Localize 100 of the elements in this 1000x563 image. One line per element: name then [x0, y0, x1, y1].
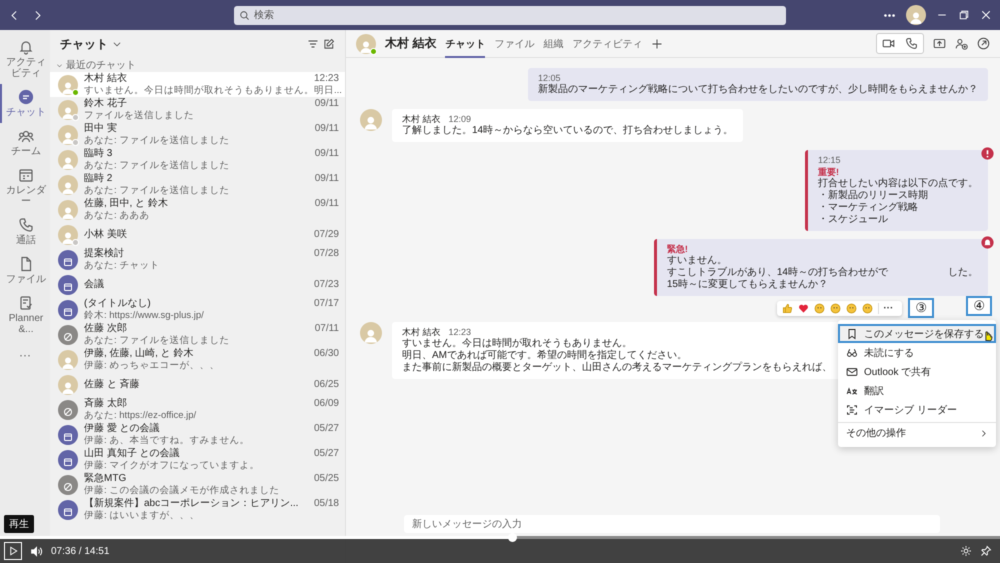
progress-track[interactable]	[0, 536, 1000, 539]
chat-name: 伊藤 愛 との会議	[84, 423, 160, 435]
caret-icon[interactable]	[56, 62, 63, 68]
pop-out-icon[interactable]	[977, 37, 990, 50]
chat-list-item[interactable]: 伊藤 愛 との会議 05/27 伊藤: あ、本当ですね。すみません。	[50, 422, 345, 447]
phone-icon[interactable]	[905, 37, 918, 50]
add-tab-icon[interactable]	[651, 38, 664, 50]
tab[interactable]: 組織	[543, 30, 564, 58]
chat-time: 05/25	[314, 473, 339, 485]
chat-list-item[interactable]: 【新規案件】abcコーポレーション：ヒアリン... 05/18 伊藤: はいいますが、、、	[50, 497, 345, 522]
chat-list-item[interactable]: 臨時 2 09/11 あなた: ファイルを送信しました	[50, 172, 345, 197]
message-time: 12:05	[538, 72, 561, 84]
tab[interactable]: チャット	[445, 30, 486, 58]
list-title: チャット	[60, 36, 108, 52]
priority-label: 緊急!	[666, 243, 689, 255]
chat-list-item[interactable]: (タイトルなし) 07/17 鈴木: https://www.sg-plus.jp/	[50, 297, 345, 322]
chat-time: 05/18	[314, 498, 339, 510]
smiley-icon[interactable]	[846, 302, 858, 314]
chat-preview: あなた: ファイルを送信しました	[84, 335, 230, 346]
mail-icon	[846, 366, 858, 378]
menu-item[interactable]: Outlook で共有	[838, 362, 996, 381]
chat-preview: あなた: ファイルを送信しました	[84, 135, 230, 146]
play-button[interactable]	[4, 542, 22, 560]
chat-list-item[interactable]: 斉藤 太郎 06/09 あなた: https://ez-office.jp/	[50, 397, 345, 422]
message-author: 木村 結衣	[402, 113, 441, 125]
more-options-button[interactable]: ···	[878, 302, 898, 314]
chat-list-item[interactable]: 山田 真知子 との会議 05/27 伊藤: マイクがオフになっていますよ。	[50, 447, 345, 472]
search-icon	[239, 10, 250, 20]
restore-icon[interactable]	[958, 9, 970, 21]
compose-icon[interactable]	[323, 38, 335, 50]
bell-icon	[18, 39, 34, 55]
nav-tab[interactable]: Planner &...	[0, 290, 50, 340]
add-people-icon[interactable]	[955, 37, 968, 50]
chat-list-item[interactable]: 田中 実 09/11 あなた: ファイルを送信しました	[50, 122, 345, 147]
close-icon[interactable]	[980, 9, 992, 21]
chat-list-item[interactable]: 木村 結衣 12:23 すいません。今日は時間が取れそうもありません。明日...	[50, 72, 345, 97]
phone-icon	[18, 217, 34, 233]
search-field[interactable]: 検索	[234, 6, 786, 24]
message-text: 打合せしたい内容は以下の点です。 ・新製品のリリース時期 ・マーケティング戦略 ・スケジュール	[818, 178, 978, 226]
menu-item[interactable]: 未読にする	[838, 343, 996, 362]
chat-list-item[interactable]: 伊藤, 佐藤, 山崎, と 鈴木 06/30 伊藤: めっちゃエコーが、、、	[50, 347, 345, 372]
share-screen-icon[interactable]	[933, 37, 946, 50]
heart-icon[interactable]	[798, 302, 810, 314]
thumbs-up-icon[interactable]	[782, 302, 794, 314]
nav-tab[interactable]: カレンダー	[0, 162, 50, 212]
message-input[interactable]: 新しいメッセージの入力	[404, 515, 940, 533]
filter-icon[interactable]	[307, 38, 319, 50]
chat-preview: すいません。今日は時間が取れそうもありません。明日...	[84, 85, 339, 96]
chat-list-item[interactable]: 臨時 3 09/11 あなた: ファイルを送信しました	[50, 147, 345, 172]
nav-tab[interactable]: 通話	[0, 212, 50, 251]
more-apps-button[interactable]: ···	[13, 346, 37, 364]
menu-item[interactable]: このメッセージを保存する	[838, 324, 996, 343]
chat-preview: 鈴木: https://www.sg-plus.jp/	[84, 310, 205, 321]
chat-list-item[interactable]: 小林 美咲 07/29	[50, 222, 345, 247]
chat-list-item[interactable]: 佐藤 次郎 07/11 あなた: ファイルを送信しました	[50, 322, 345, 347]
chat-name: 伊藤, 佐藤, 山崎, と 鈴木	[84, 348, 194, 360]
chat-name: 木村 結衣	[84, 73, 127, 85]
chat-preview: 伊藤: あ、本当ですね。すみません。	[84, 435, 250, 446]
settings-icon[interactable]	[960, 545, 972, 557]
chat-list-item[interactable]: 会議 07/23	[50, 272, 345, 297]
avatar	[58, 350, 78, 370]
chat-name: 佐藤 と 斉藤	[84, 378, 140, 390]
nav-tab[interactable]: ファイル	[0, 251, 50, 290]
chat-list-item[interactable]: 佐藤, 田中, と 鈴木 09/11 あなた: あああ	[50, 197, 345, 222]
chat-list-item[interactable]: 佐藤 と 斉藤 06/25	[50, 372, 345, 397]
pin-icon[interactable]	[980, 545, 992, 557]
menu-item[interactable]: 翻訳	[838, 381, 996, 400]
message-time: 12:23	[448, 326, 472, 338]
menu-item[interactable]: その他の操作	[838, 422, 996, 443]
chat-time: 07/11	[314, 323, 339, 335]
chat-name: 山田 真知子 との会議	[84, 448, 180, 460]
message-text: すいません。今日は時間が取れそうもありません。 明日、AMであれば可能です。希望の時間を指定してください。 また事前に新製品の概要とターゲット、山田さんの考えるマーケティングプランをもらえれば、	[402, 338, 832, 374]
smiley-icon[interactable]	[830, 302, 842, 314]
smiley-icon[interactable]	[814, 302, 826, 314]
nav-tab[interactable]: アクティビティ	[0, 34, 50, 84]
video-call-icon[interactable]	[882, 37, 895, 50]
avatar	[360, 322, 382, 344]
menu-item[interactable]: イマーシブ リーダー	[838, 400, 996, 419]
tab[interactable]: アクティビティ	[572, 30, 642, 58]
chat-time: 09/11	[314, 98, 339, 110]
tab[interactable]: ファイル	[494, 30, 534, 58]
chat-list-item[interactable]: 緊急MTG 05/25 伊藤: この会議の会議メモが作成されました	[50, 472, 345, 497]
chat-time: 06/09	[314, 398, 339, 410]
section-header[interactable]: 最近のチャット	[66, 58, 136, 72]
group-avatar	[58, 250, 78, 270]
chat-name: 臨時 2	[84, 173, 112, 185]
avatar	[360, 109, 382, 131]
smiley-icon[interactable]	[862, 302, 874, 314]
message-time: 12:15	[818, 154, 841, 166]
message-time: 12:09	[448, 113, 472, 125]
nav-tab[interactable]: チーム	[0, 123, 50, 162]
chat-list-item[interactable]: 提案検討 07/28 あなた: チャット	[50, 247, 345, 272]
chat-preview: あなた: チャット	[84, 260, 160, 271]
volume-icon[interactable]	[30, 544, 43, 558]
chat-name: 会議	[84, 278, 104, 290]
chat-list-item[interactable]: 鈴木 花子 09/11 ファイルを送信しました	[50, 97, 345, 122]
chat-time: 09/11	[314, 148, 339, 160]
avatar	[58, 200, 78, 220]
progress-thumb[interactable]	[508, 533, 517, 542]
glasses-icon	[846, 346, 858, 358]
